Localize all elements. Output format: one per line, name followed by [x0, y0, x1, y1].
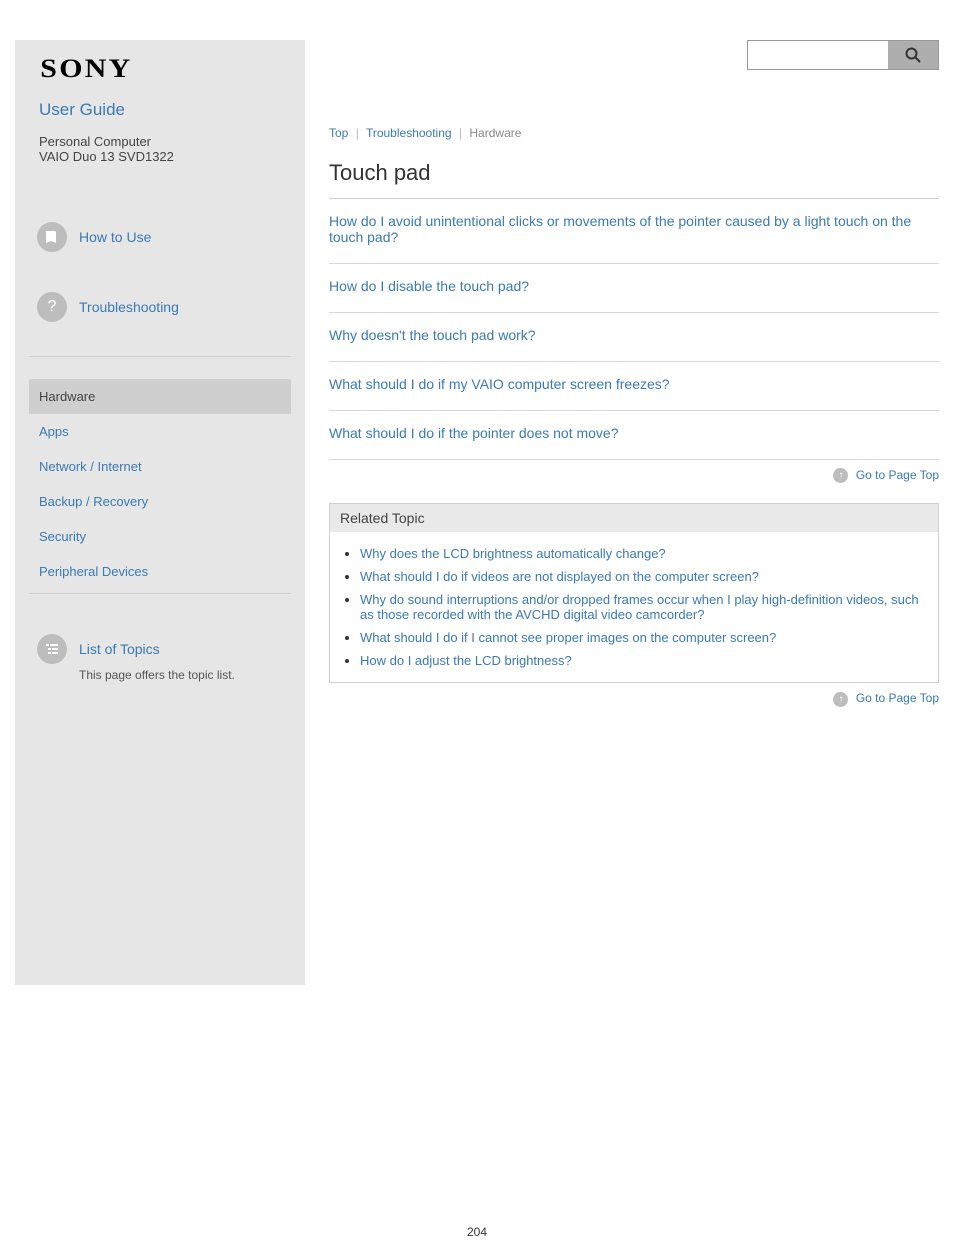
related-link[interactable]: What should I do if videos are not displ… [360, 569, 759, 584]
subnav-apps[interactable]: Apps [29, 414, 291, 449]
topic-item: How do I avoid unintentional clicks or m… [329, 199, 939, 264]
topic-link[interactable]: What should I do if the pointer does not… [329, 425, 619, 441]
related-link[interactable]: Why do sound interruptions and/or droppe… [360, 592, 919, 622]
nav-list-of-topics[interactable]: List of Topics [29, 616, 291, 668]
subnav-network[interactable]: Network / Internet [29, 449, 291, 484]
related-item: How do I adjust the LCD brightness? [360, 649, 928, 672]
topic-link[interactable]: How do I avoid unintentional clicks or m… [329, 213, 911, 245]
magnifier-icon [904, 46, 922, 64]
arrow-up-icon: ↑ [833, 468, 848, 483]
crumb-trouble[interactable]: Troubleshooting [366, 126, 452, 140]
breadcrumb: Top | Troubleshooting | Hardware [329, 100, 939, 148]
goto-top: ↑ Go to Page Top [329, 683, 939, 726]
model-line1: Personal Computer [15, 122, 305, 149]
topic-link[interactable]: Why doesn't the touch pad work? [329, 327, 536, 343]
arrow-up-icon: ↑ [833, 692, 848, 707]
page-title: Touch pad [329, 148, 939, 199]
related-item: Why does the LCD brightness automaticall… [360, 542, 928, 565]
topic-item: What should I do if my VAIO computer scr… [329, 362, 939, 411]
subnav-security[interactable]: Security [29, 519, 291, 554]
related-topics: Related Topic Why does the LCD brightnes… [329, 503, 939, 683]
topic-link[interactable]: What should I do if my VAIO computer scr… [329, 376, 670, 392]
list-desc: This page offers the topic list. [29, 668, 291, 692]
related-item: Why do sound interruptions and/or droppe… [360, 588, 928, 626]
topic-item: What should I do if the pointer does not… [329, 411, 939, 460]
divider [29, 356, 291, 357]
book-icon [37, 222, 67, 252]
crumb-top[interactable]: Top [329, 126, 348, 140]
crumb-current: Hardware [469, 126, 521, 140]
goto-top: ↑ Go to Page Top [329, 460, 939, 503]
main-content: Top | Troubleshooting | Hardware Touch p… [305, 40, 939, 985]
goto-top-link[interactable]: Go to Page Top [856, 468, 939, 482]
related-item: What should I do if I cannot see proper … [360, 626, 928, 649]
topic-item: How do I disable the touch pad? [329, 264, 939, 313]
nav-label: How to Use [79, 229, 151, 245]
list-icon [37, 634, 67, 664]
brand-logo: SONY [15, 40, 349, 92]
nav-label: List of Topics [79, 641, 160, 657]
related-link[interactable]: How do I adjust the LCD brightness? [360, 653, 572, 668]
search-input[interactable] [748, 41, 888, 69]
nav-label: Troubleshooting [79, 299, 179, 315]
topic-link[interactable]: How do I disable the touch pad? [329, 278, 529, 294]
topbar [329, 40, 939, 100]
question-icon: ? [37, 292, 67, 322]
divider [29, 593, 291, 594]
topic-item: Why doesn't the touch pad work? [329, 313, 939, 362]
related-link[interactable]: What should I do if I cannot see proper … [360, 630, 776, 645]
search-button[interactable] [888, 41, 938, 69]
related-link[interactable]: Why does the LCD brightness automaticall… [360, 546, 666, 561]
search-box [747, 40, 939, 70]
subnav-hardware[interactable]: Hardware [29, 379, 291, 414]
nav-troubleshooting[interactable]: ? Troubleshooting [29, 272, 291, 342]
user-guide-link[interactable]: User Guide [39, 100, 125, 119]
subnav-backup[interactable]: Backup / Recovery [29, 484, 291, 519]
sidebar: SONY User Guide Personal Computer VAIO D… [15, 40, 305, 985]
model-line2: VAIO Duo 13 SVD1322 [15, 149, 305, 172]
related-item: What should I do if videos are not displ… [360, 565, 928, 588]
goto-top-link[interactable]: Go to Page Top [856, 691, 939, 705]
page-number: 204 [0, 1005, 954, 1259]
nav-how-to-use[interactable]: How to Use [29, 202, 291, 272]
related-title: Related Topic [330, 504, 938, 532]
subnav-peripheral[interactable]: Peripheral Devices [29, 554, 291, 589]
